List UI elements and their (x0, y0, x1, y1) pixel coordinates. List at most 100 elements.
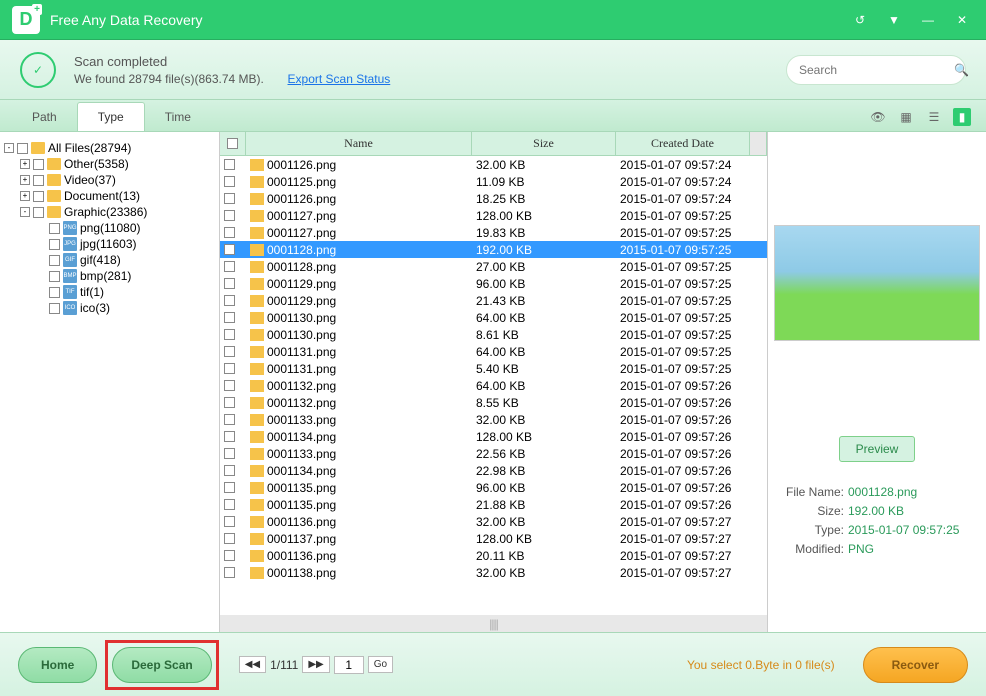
dropdown-icon[interactable]: ▼ (882, 8, 906, 32)
tree-node[interactable]: ICOico(3) (4, 300, 215, 316)
file-checkbox[interactable] (224, 431, 235, 442)
file-row[interactable]: 0001130.png64.00 KB2015-01-07 09:57:25 (220, 309, 767, 326)
tree-checkbox[interactable] (17, 143, 28, 154)
tree-node[interactable]: -Graphic(23386) (4, 204, 215, 220)
detail-view-icon[interactable]: ▮ (953, 108, 971, 126)
file-row[interactable]: 0001130.png8.61 KB2015-01-07 09:57:25 (220, 326, 767, 343)
file-row[interactable]: 0001129.png96.00 KB2015-01-07 09:57:25 (220, 275, 767, 292)
pager-last-button[interactable]: ▶▶ (302, 656, 329, 673)
collapse-icon[interactable]: - (20, 207, 30, 217)
pager-go-button[interactable]: Go (368, 656, 393, 673)
tree-node[interactable]: +Other(5358) (4, 156, 215, 172)
tree-checkbox[interactable] (33, 191, 44, 202)
file-checkbox[interactable] (224, 193, 235, 204)
file-checkbox[interactable] (224, 363, 235, 374)
list-view-icon[interactable]: ☰ (925, 108, 943, 126)
tree-checkbox[interactable] (49, 287, 60, 298)
file-row[interactable]: 0001132.png64.00 KB2015-01-07 09:57:26 (220, 377, 767, 394)
horizontal-scrollbar[interactable] (220, 615, 767, 632)
tree-node[interactable]: PNGpng(11080) (4, 220, 215, 236)
file-checkbox[interactable] (224, 380, 235, 391)
file-checkbox[interactable] (224, 550, 235, 561)
tab-time[interactable]: Time (145, 103, 211, 131)
file-checkbox[interactable] (224, 465, 235, 476)
file-checkbox[interactable] (224, 533, 235, 544)
tree-checkbox[interactable] (33, 159, 44, 170)
file-row[interactable]: 0001137.png128.00 KB2015-01-07 09:57:27 (220, 530, 767, 547)
pager-first-button[interactable]: ◀◀ (239, 656, 266, 673)
file-row[interactable]: 0001133.png22.56 KB2015-01-07 09:57:26 (220, 445, 767, 462)
preview-button[interactable]: Preview (839, 436, 916, 462)
file-row[interactable]: 0001125.png11.09 KB2015-01-07 09:57:24 (220, 173, 767, 190)
file-checkbox[interactable] (224, 176, 235, 187)
tree-checkbox[interactable] (49, 223, 60, 234)
tree-checkbox[interactable] (49, 271, 60, 282)
tree-node[interactable]: -All Files(28794) (4, 140, 215, 156)
tree-node[interactable]: BMPbmp(281) (4, 268, 215, 284)
file-checkbox[interactable] (224, 499, 235, 510)
file-checkbox[interactable] (224, 329, 235, 340)
tree-node[interactable]: +Video(37) (4, 172, 215, 188)
search-box[interactable]: 🔍 (786, 55, 966, 85)
eye-icon[interactable]: 👁 (869, 108, 887, 126)
file-row[interactable]: 0001131.png64.00 KB2015-01-07 09:57:25 (220, 343, 767, 360)
col-check[interactable] (220, 132, 246, 155)
file-checkbox[interactable] (224, 210, 235, 221)
col-size[interactable]: Size (472, 132, 616, 155)
close-button[interactable]: ✕ (950, 8, 974, 32)
tree-panel[interactable]: -All Files(28794)+Other(5358)+Video(37)+… (0, 132, 220, 632)
file-checkbox[interactable] (224, 482, 235, 493)
expand-icon[interactable]: + (20, 191, 30, 201)
file-row[interactable]: 0001135.png96.00 KB2015-01-07 09:57:26 (220, 479, 767, 496)
tree-node[interactable]: JPGjpg(11603) (4, 236, 215, 252)
collapse-icon[interactable]: - (4, 143, 14, 153)
export-scan-link[interactable]: Export Scan Status (288, 72, 391, 86)
pager-input[interactable] (334, 656, 364, 674)
file-checkbox[interactable] (224, 567, 235, 578)
file-row[interactable]: 0001138.png32.00 KB2015-01-07 09:57:27 (220, 564, 767, 581)
file-row[interactable]: 0001135.png21.88 KB2015-01-07 09:57:26 (220, 496, 767, 513)
tree-checkbox[interactable] (49, 239, 60, 250)
file-checkbox[interactable] (224, 414, 235, 425)
file-row[interactable]: 0001129.png21.43 KB2015-01-07 09:57:25 (220, 292, 767, 309)
file-row[interactable]: 0001128.png192.00 KB2015-01-07 09:57:25 (220, 241, 767, 258)
file-checkbox[interactable] (224, 159, 235, 170)
deep-scan-button[interactable]: Deep Scan (112, 647, 211, 683)
minimize-button[interactable]: — (916, 8, 940, 32)
expand-icon[interactable]: + (20, 175, 30, 185)
file-checkbox[interactable] (224, 244, 235, 255)
file-row[interactable]: 0001136.png20.11 KB2015-01-07 09:57:27 (220, 547, 767, 564)
file-checkbox[interactable] (224, 516, 235, 527)
col-date[interactable]: Created Date (616, 132, 750, 155)
file-row[interactable]: 0001133.png32.00 KB2015-01-07 09:57:26 (220, 411, 767, 428)
history-icon[interactable]: ↺ (848, 8, 872, 32)
file-checkbox[interactable] (224, 448, 235, 459)
file-checkbox[interactable] (224, 346, 235, 357)
tree-node[interactable]: GIFgif(418) (4, 252, 215, 268)
file-row[interactable]: 0001132.png8.55 KB2015-01-07 09:57:26 (220, 394, 767, 411)
file-checkbox[interactable] (224, 278, 235, 289)
file-checkbox[interactable] (224, 261, 235, 272)
file-checkbox[interactable] (224, 397, 235, 408)
tab-path[interactable]: Path (12, 103, 77, 131)
tree-node[interactable]: TIFtif(1) (4, 284, 215, 300)
col-name[interactable]: Name (246, 132, 472, 155)
file-row[interactable]: 0001134.png22.98 KB2015-01-07 09:57:26 (220, 462, 767, 479)
file-row[interactable]: 0001126.png18.25 KB2015-01-07 09:57:24 (220, 190, 767, 207)
file-row[interactable]: 0001126.png32.00 KB2015-01-07 09:57:24 (220, 156, 767, 173)
file-row[interactable]: 0001128.png27.00 KB2015-01-07 09:57:25 (220, 258, 767, 275)
tree-checkbox[interactable] (33, 207, 44, 218)
tab-type[interactable]: Type (77, 102, 145, 131)
file-row[interactable]: 0001127.png19.83 KB2015-01-07 09:57:25 (220, 224, 767, 241)
file-checkbox[interactable] (224, 312, 235, 323)
file-checkbox[interactable] (224, 295, 235, 306)
file-checkbox[interactable] (224, 227, 235, 238)
file-row[interactable]: 0001127.png128.00 KB2015-01-07 09:57:25 (220, 207, 767, 224)
file-row[interactable]: 0001136.png32.00 KB2015-01-07 09:57:27 (220, 513, 767, 530)
tree-checkbox[interactable] (49, 255, 60, 266)
file-row[interactable]: 0001134.png128.00 KB2015-01-07 09:57:26 (220, 428, 767, 445)
expand-icon[interactable]: + (20, 159, 30, 169)
search-icon[interactable]: 🔍 (954, 63, 969, 77)
home-button[interactable]: Home (18, 647, 97, 683)
search-input[interactable] (799, 63, 954, 77)
